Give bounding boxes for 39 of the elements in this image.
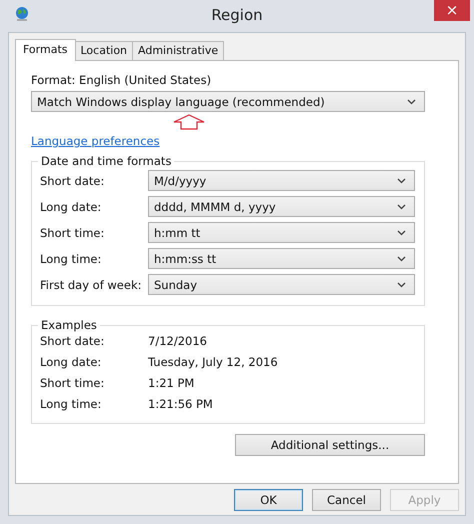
chevron-down-icon [397,256,406,262]
format-dropdown[interactable]: M/d/yyyy [148,170,415,191]
window-title: Region [210,6,264,24]
group-title: Examples [40,318,98,332]
chevron-down-icon [397,230,406,236]
dialog-button[interactable]: OK [234,489,303,511]
tab[interactable]: Location [74,41,134,60]
format-dropdown[interactable]: dddd, MMMM d, yyyy [148,196,415,217]
field-label: Long time: [40,252,102,266]
example-label: Long time: [40,397,102,411]
example-value: 1:21 PM [148,376,194,390]
example-value: 7/12/2016 [148,334,207,348]
chevron-down-icon [397,282,406,288]
example-value: Tuesday, July 12, 2016 [148,355,278,369]
example-label: Short time: [40,376,106,390]
field-label: First day of week: [40,278,142,292]
additional-settings-button[interactable]: Additional settings... [235,434,425,456]
chevron-down-icon [397,178,406,184]
example-value: 1:21:56 PM [148,397,213,411]
tab[interactable]: Administrative [132,41,224,60]
group-title: Date and time formats [40,154,172,168]
format-dropdown[interactable]: Match Windows display language (recommended) [31,91,425,112]
example-label: Long date: [40,355,102,369]
field-label: Long date: [40,200,102,214]
chevron-down-icon [397,204,406,210]
dialog-button[interactable]: Cancel [312,489,381,511]
format-dropdown[interactable]: h:mm tt [148,222,415,243]
field-label: Short date: [40,174,106,188]
format-dropdown[interactable]: Sunday [148,274,415,295]
tab[interactable]: Formats [15,39,76,61]
language-preferences-link[interactable]: Language preferences [31,134,160,148]
arrow-icon [173,114,205,130]
format-dropdown[interactable]: h:mm:ss tt [148,248,415,269]
globe-icon [14,6,30,22]
close-button[interactable]: × [434,0,470,21]
field-label: Short time: [40,226,106,240]
example-label: Short date: [40,334,106,348]
format-label: Format: English (United States) [31,73,212,87]
chevron-down-icon [407,98,416,104]
